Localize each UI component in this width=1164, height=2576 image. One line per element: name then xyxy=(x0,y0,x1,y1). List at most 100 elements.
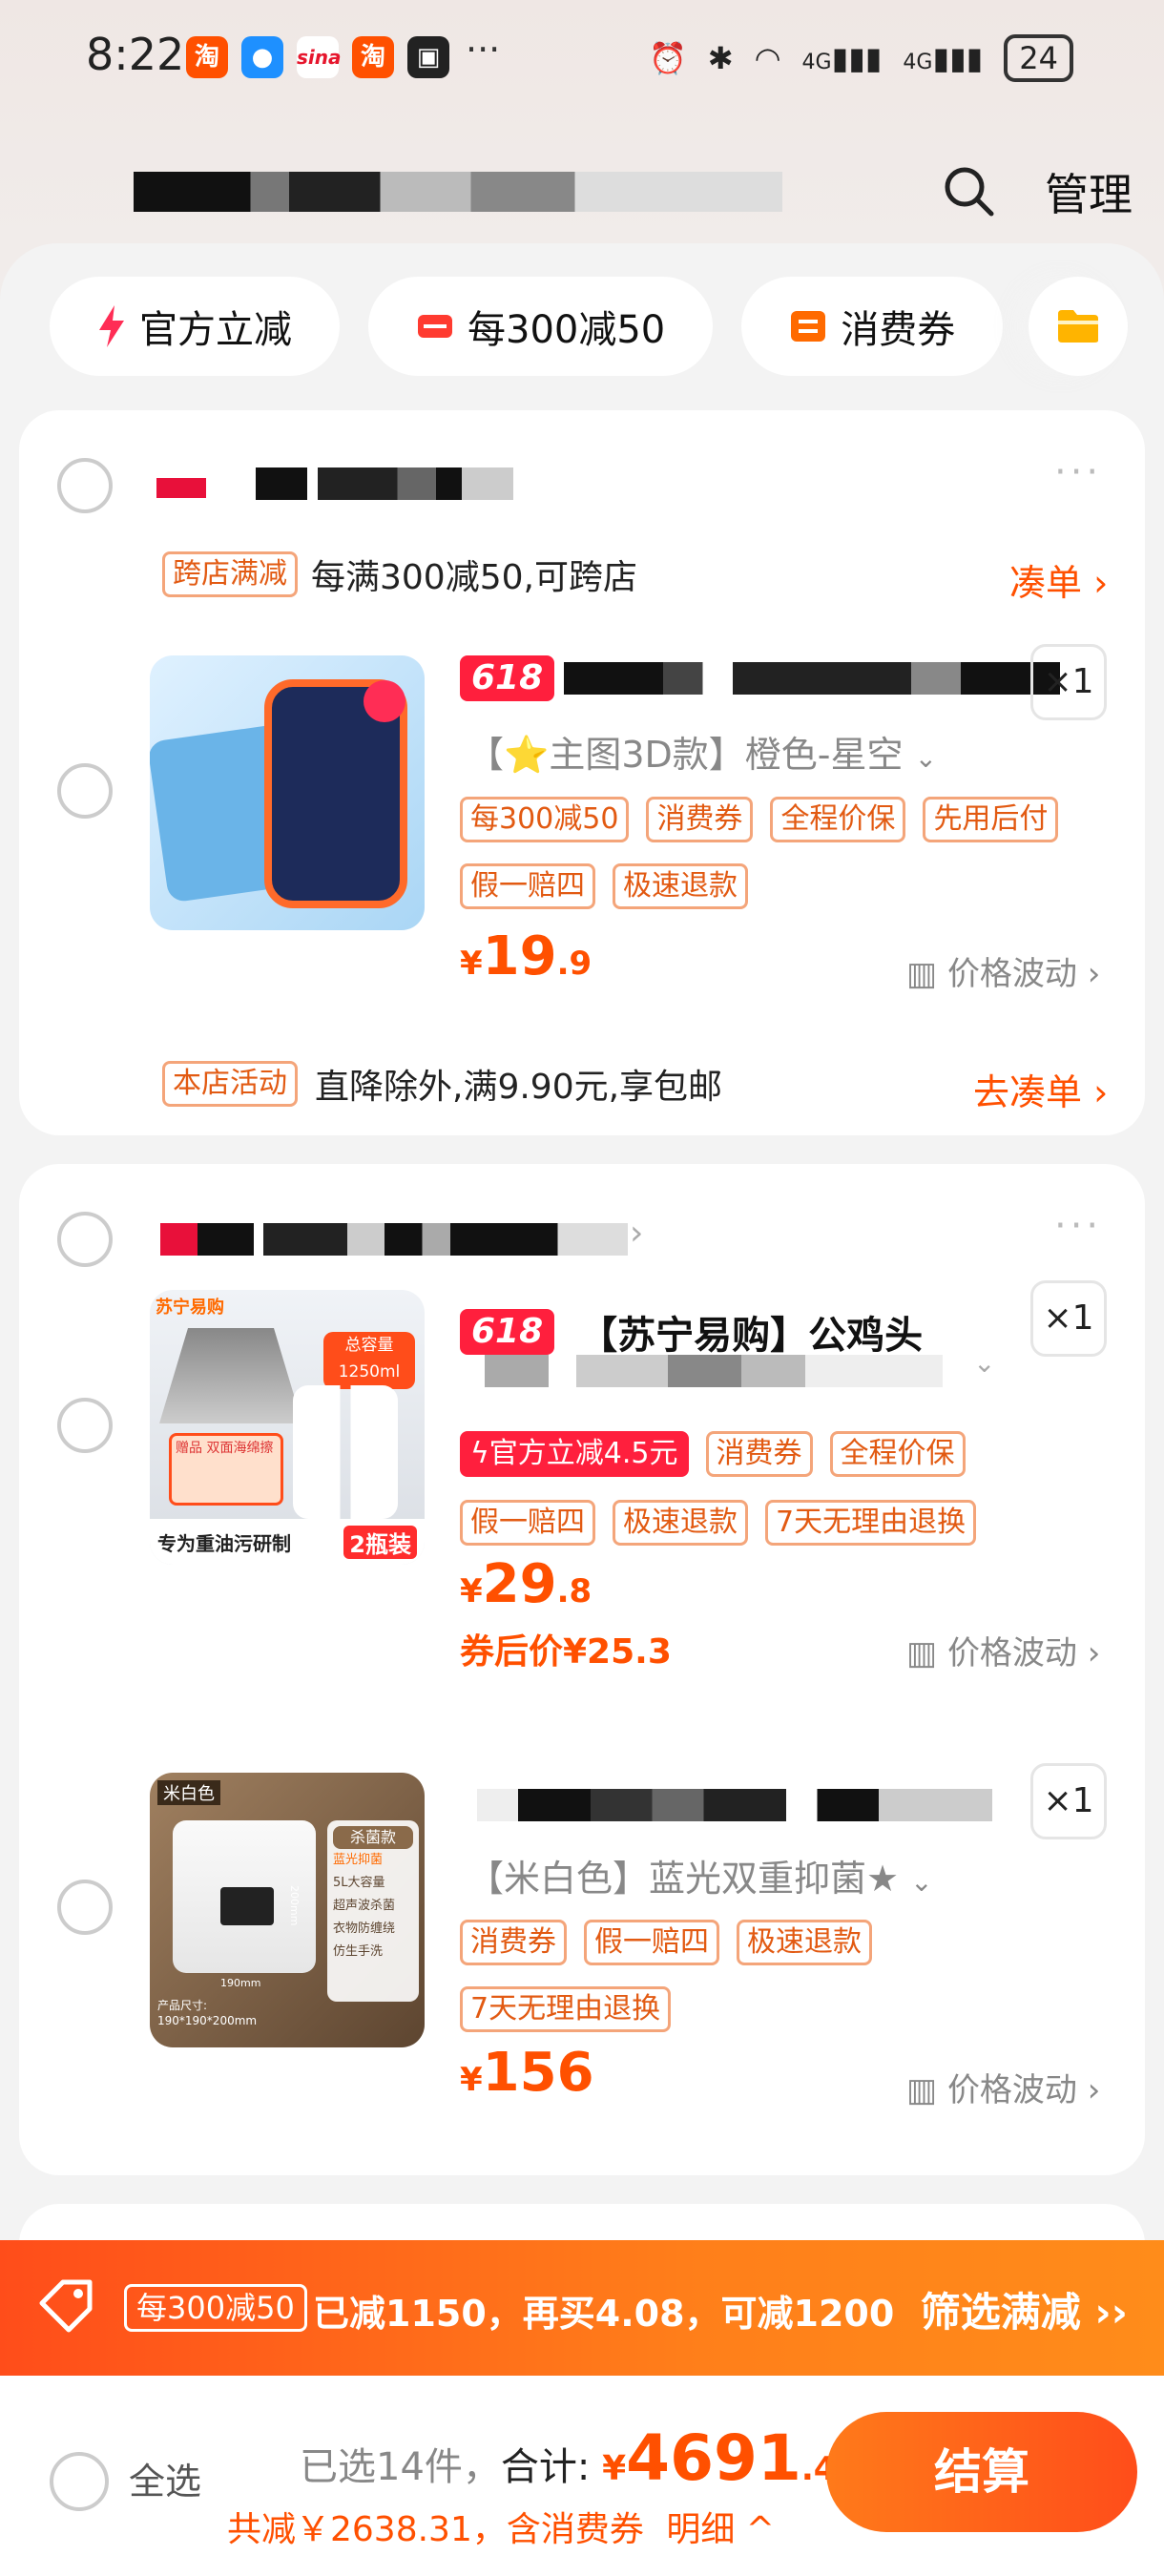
thumbnail-slogan: 专为重油污研制 xyxy=(157,1531,291,1555)
product-thumbnail-washer[interactable]: 米白色 200mm 190mm 杀菌款 蓝光抑菌 5L大容量 超声波杀菌 衣物防… xyxy=(150,1773,425,2047)
sku-chevron-icon[interactable]: ⌄ xyxy=(973,1347,995,1379)
sku-selector[interactable]: 【米白色】蓝光双重抑菌★ ⌄ xyxy=(468,1849,933,1901)
item-tags-row-1: ϟ官方立减4.5元 消费券 全程价保 xyxy=(460,1431,966,1477)
thumbnail-feature: 超声波杀菌 xyxy=(333,1899,396,1913)
thumbnail-feature: 仿生手洗 xyxy=(333,1944,384,1959)
quantity-button[interactable]: ×1 xyxy=(1030,644,1107,720)
thumbnail-hood xyxy=(159,1328,302,1423)
coupon-price: 券后价¥25.3 xyxy=(460,1632,672,1672)
add-items-link[interactable]: 凑单 › xyxy=(1009,553,1108,606)
discount-progress-bar[interactable]: 每300减50 已减1150，再买4.08，可减1200 筛选满减 ›› xyxy=(0,2240,1164,2376)
battery-icon: 24 xyxy=(1004,34,1073,82)
redacted-product-title xyxy=(564,662,1061,695)
total-label: 合计: xyxy=(500,2445,603,2489)
item-tag: 消费券 xyxy=(705,1431,813,1477)
cross-store-promo-tag: 跨店满减 xyxy=(162,551,298,597)
store-card-1: ··· 跨店满减 每满300减50,可跨店 凑单 › 618 ×1 【⭐主图3D… xyxy=(19,410,1145,1135)
store-card-2: › ··· 苏宁易购 总容量 1250ml 赠品 双面海绵擦 专为重油污研制 2… xyxy=(19,1164,1145,2175)
store-activity-tag: 本店活动 xyxy=(162,1061,298,1107)
store-select-checkbox[interactable] xyxy=(57,458,113,513)
thumbnail-gift-box: 赠品 双面海绵擦 xyxy=(169,1433,283,1506)
item-tag: 每300减50 xyxy=(460,797,630,842)
price-trend-link[interactable]: ▥ 价格波动 › xyxy=(906,947,1100,994)
selected-count: 已选14件， xyxy=(300,2445,501,2489)
chip-300-minus-50[interactable]: 每300减50 xyxy=(368,277,714,376)
wifi-icon: ◠ xyxy=(754,40,781,76)
product-thumbnail-pencil-case[interactable] xyxy=(150,655,425,930)
filter-discount-button[interactable]: 筛选满减 ›› xyxy=(921,2280,1128,2338)
thumbnail-brand-label: 苏宁易购 xyxy=(156,1298,224,1318)
game-icon: ▣ xyxy=(407,36,449,78)
product-thumbnail-cleaner[interactable]: 苏宁易购 总容量 1250ml 赠品 双面海绵擦 专为重油污研制 2瓶装 xyxy=(150,1290,425,1565)
select-all-label[interactable]: 全选 xyxy=(129,2452,201,2504)
thumbnail-color-label: 米白色 xyxy=(157,1780,220,1805)
store-chevron-icon[interactable]: › xyxy=(630,1214,643,1253)
item-tag: 消费券 xyxy=(646,797,754,842)
go-add-items-link[interactable]: 去凑单 › xyxy=(973,1063,1108,1115)
item-tag: 全程价保 xyxy=(829,1431,966,1477)
item-tags-row-1: 消费券 假一赔四 极速退款 xyxy=(460,1920,872,1965)
manage-button[interactable]: 管理 xyxy=(1045,160,1133,223)
taobao-618-icon: 淘 xyxy=(186,36,228,78)
taobao-icon: 淘 xyxy=(352,36,394,78)
thumbnail-dim-width: 190mm xyxy=(220,1977,261,1989)
select-all-checkbox[interactable] xyxy=(50,2452,109,2511)
search-button[interactable] xyxy=(940,162,997,219)
product-title-row: 618 【苏宁易购】公鸡头 xyxy=(460,1304,923,1360)
bluetooth-icon: ✱ xyxy=(707,40,734,76)
sku-selector[interactable]: 【⭐主图3D款】橙色-星空 ⌄ xyxy=(468,725,937,778)
item-price: ¥29.8 xyxy=(460,1553,592,1615)
price-trend-link[interactable]: ▥ 价格波动 › xyxy=(906,2064,1100,2110)
trend-chart-icon: ▥ xyxy=(906,1634,938,1672)
store-more-button[interactable]: ··· xyxy=(1054,450,1102,494)
quantity-button[interactable]: ×1 xyxy=(1030,1763,1107,1839)
item-tag: 7天无理由退换 xyxy=(765,1500,977,1546)
redacted-header-title xyxy=(134,172,782,212)
status-bar: 8:22 淘 ● sina 淘 ▣ ··· ⏰ ✱ ◠ 4G▮▮▮ 4G▮▮▮ … xyxy=(0,0,1164,114)
thumbnail-pack-label: 2瓶装 xyxy=(343,1525,417,1559)
chip-label: 每300减50 xyxy=(468,308,666,352)
voucher-icon xyxy=(791,311,826,342)
trend-chart-icon: ▥ xyxy=(906,2071,938,2109)
store-select-checkbox[interactable] xyxy=(57,1212,113,1267)
details-toggle[interactable]: 明细 ^ xyxy=(666,2510,775,2549)
checkout-button[interactable]: 结算 xyxy=(826,2412,1137,2532)
item-tags-row-2: 假一赔四 极速退款 7天无理由退换 xyxy=(460,1500,977,1546)
618-badge: 618 xyxy=(460,1309,555,1355)
chip-voucher[interactable]: 消费券 xyxy=(741,277,1004,376)
thumbnail-capacity-badge: 总容量 1250ml xyxy=(323,1332,415,1389)
store-more-button[interactable]: ··· xyxy=(1054,1204,1102,1248)
redacted-store-name xyxy=(160,1223,628,1256)
thumbnail-washer-display xyxy=(220,1887,274,1925)
tag-icon xyxy=(39,2279,93,2333)
store-logo xyxy=(156,469,206,498)
cart-header: 管理 xyxy=(0,143,1164,248)
thumbnail-features: 杀菌款 蓝光抑菌 5L大容量 超声波杀菌 衣物防缠绕 仿生手洗 xyxy=(327,1820,419,2002)
item-tags-row-2: 假一赔四 极速退款 xyxy=(460,863,748,909)
thumbnail-footer: 专为重油污研制 2瓶装 xyxy=(150,1519,425,1565)
thumbnail-feature: 衣物防缠绕 xyxy=(333,1922,396,1936)
redacted-sku[interactable] xyxy=(485,1355,943,1387)
cart-summary: 已选14件，合计: ¥4691.41 xyxy=(300,2421,859,2495)
thumbnail-bottles xyxy=(293,1385,398,1519)
coupon-icon xyxy=(418,315,452,338)
redacted-store-name xyxy=(256,467,513,500)
thumbnail-badge-icon xyxy=(364,680,405,722)
618-badge: 618 xyxy=(460,655,555,701)
status-icons: ⏰ ✱ ◠ 4G▮▮▮ 4G▮▮▮ 24 xyxy=(649,34,1073,82)
item-tag: 假一赔四 xyxy=(460,863,595,909)
cross-store-promo-text: 每满300减50,可跨店 xyxy=(311,558,637,597)
chip-folder-button[interactable] xyxy=(1029,277,1128,376)
item-tags-row-2: 7天无理由退换 xyxy=(460,1986,672,2032)
quantity-button[interactable]: ×1 xyxy=(1030,1280,1107,1357)
chip-official-discount[interactable]: 官方立减 xyxy=(50,277,340,376)
item-select-checkbox[interactable] xyxy=(57,1398,113,1453)
search-icon xyxy=(945,167,994,217)
item-select-checkbox[interactable] xyxy=(57,763,113,819)
product-title-row: 618 xyxy=(460,655,1061,701)
item-tag: 极速退款 xyxy=(613,1500,748,1546)
price-trend-link[interactable]: ▥ 价格波动 › xyxy=(906,1627,1100,1673)
item-select-checkbox[interactable] xyxy=(57,1880,113,1935)
item-tag: 假一赔四 xyxy=(584,1920,719,1965)
alarm-icon: ⏰ xyxy=(648,40,687,76)
